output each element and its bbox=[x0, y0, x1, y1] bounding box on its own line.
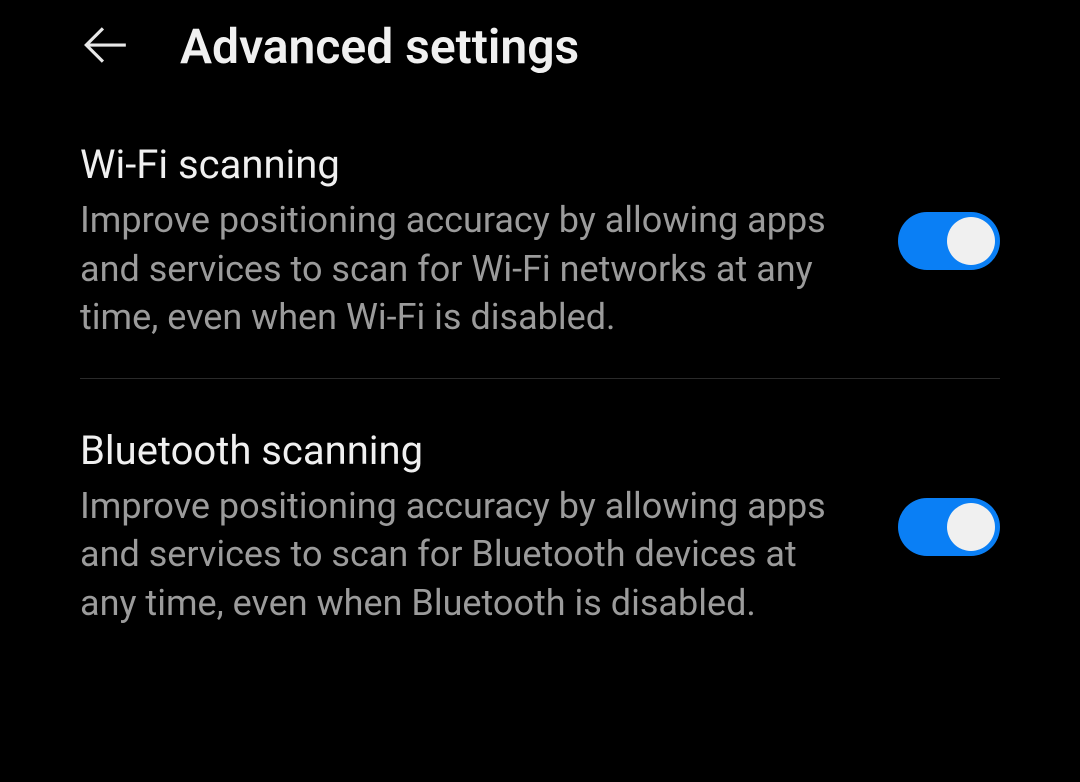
page-title: Advanced settings bbox=[180, 18, 579, 75]
toggle-knob bbox=[947, 503, 995, 551]
setting-description: Improve positioning accuracy by allowing… bbox=[80, 196, 858, 342]
setting-title: Bluetooth scanning bbox=[80, 427, 858, 474]
back-button[interactable] bbox=[80, 20, 130, 74]
setting-text: Wi-Fi scanning Improve positioning accur… bbox=[80, 141, 858, 342]
setting-text: Bluetooth scanning Improve positioning a… bbox=[80, 427, 858, 628]
wifi-scanning-toggle[interactable] bbox=[898, 212, 1000, 270]
setting-row-wifi-scanning[interactable]: Wi-Fi scanning Improve positioning accur… bbox=[80, 93, 1000, 378]
bluetooth-scanning-toggle[interactable] bbox=[898, 498, 1000, 556]
header: Advanced settings bbox=[0, 0, 1080, 93]
settings-list: Wi-Fi scanning Improve positioning accur… bbox=[0, 93, 1080, 664]
setting-row-bluetooth-scanning[interactable]: Bluetooth scanning Improve positioning a… bbox=[80, 379, 1000, 664]
setting-description: Improve positioning accuracy by allowing… bbox=[80, 482, 858, 628]
setting-title: Wi-Fi scanning bbox=[80, 141, 858, 188]
arrow-left-icon bbox=[80, 20, 130, 74]
toggle-knob bbox=[947, 217, 995, 265]
